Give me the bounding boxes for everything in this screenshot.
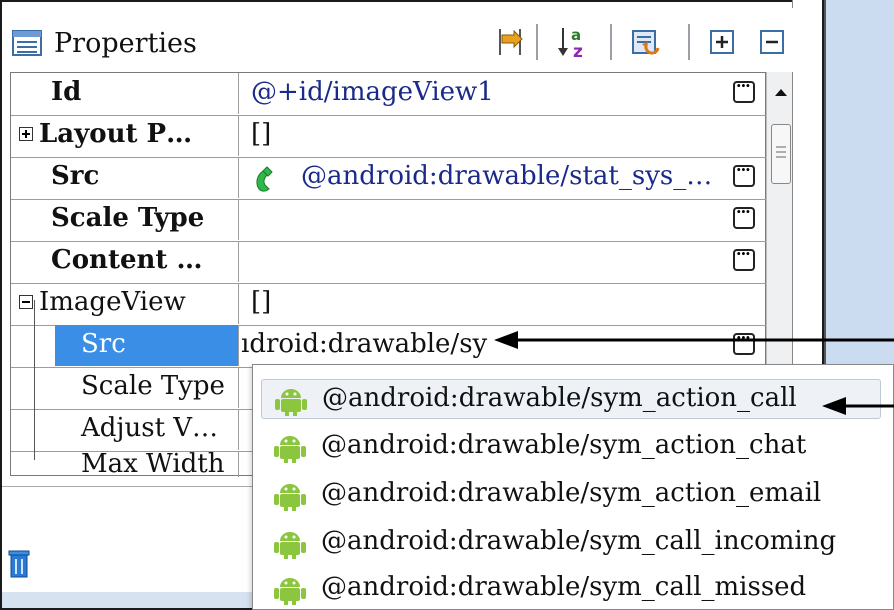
arrow-to-suggestion — [822, 397, 894, 415]
annotation-arrows — [494, 331, 894, 415]
arrow-to-src-input — [494, 331, 894, 349]
